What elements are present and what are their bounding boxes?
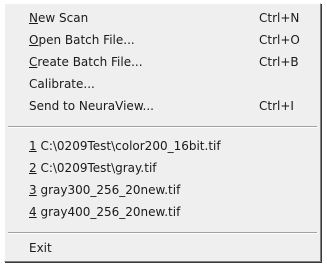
recent-file-item[interactable]: 4 gray400_256_20new.tif <box>29 202 302 222</box>
menu-item-shortcut: Ctrl+I <box>259 99 294 113</box>
menu-item-label: 4 gray400_256_20new.tif <box>29 205 181 219</box>
menu-item-shortcut: Ctrl+O <box>259 33 300 47</box>
menu-item-shortcut: Ctrl+B <box>259 55 299 69</box>
menu-item-label: Open Batch File... <box>29 33 135 47</box>
menu-item-exit[interactable]: Exit <box>29 238 302 258</box>
menu-item-send-to-neuraview[interactable]: Send to NeuraView... Ctrl+I <box>29 96 302 116</box>
menu-item-label: New Scan <box>29 11 89 25</box>
menu-item-label: 1 C:\0209Test\color200_16bit.tif <box>29 139 221 153</box>
menu-item-label: Exit <box>29 241 52 255</box>
menu-item-new-scan[interactable]: New Scan Ctrl+N <box>29 8 302 28</box>
menu-item-label: Send to NeuraView... <box>29 99 154 113</box>
menu-item-label: Calibrate... <box>29 77 95 91</box>
menu-item-calibrate[interactable]: Calibrate... <box>29 74 302 94</box>
menu-item-shortcut: Ctrl+N <box>259 11 300 25</box>
recent-file-item[interactable]: 3 gray300_256_20new.tif <box>29 180 302 200</box>
recent-file-item[interactable]: 1 C:\0209Test\color200_16bit.tif <box>29 136 302 156</box>
menu-item-create-batch-file[interactable]: Create Batch File... Ctrl+B <box>29 52 302 72</box>
file-menu: New Scan Ctrl+N Open Batch File... Ctrl+… <box>4 3 321 262</box>
recent-file-item[interactable]: 2 C:\0209Test\gray.tif <box>29 158 302 178</box>
menu-item-label: 2 C:\0209Test\gray.tif <box>29 161 157 175</box>
menu-item-label: 3 gray300_256_20new.tif <box>29 183 181 197</box>
menu-separator <box>8 232 317 234</box>
menu-separator <box>8 126 317 128</box>
menu-item-label: Create Batch File... <box>29 55 143 69</box>
menu-item-open-batch-file[interactable]: Open Batch File... Ctrl+O <box>29 30 302 50</box>
